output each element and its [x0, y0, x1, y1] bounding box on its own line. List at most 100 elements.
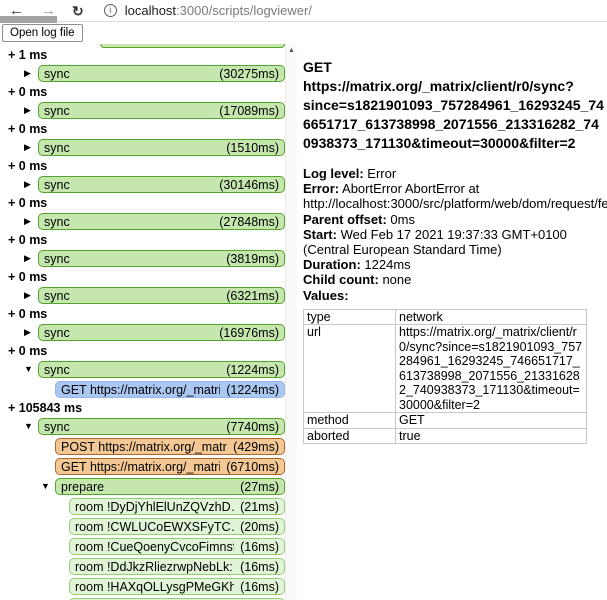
log-item[interactable]: sync(30146ms): [38, 176, 285, 193]
log-item-duration: (3819ms): [226, 252, 279, 266]
values-value: network: [396, 309, 587, 325]
log-item[interactable]: room !CWLUCoEWXSFyTC… (20ms): [69, 518, 285, 535]
log-item-label: room !CueQoenyCvcoFimnsf…: [75, 540, 234, 554]
values-key: method: [304, 413, 396, 429]
log-item[interactable]: room !CueQoenyCvcoFimnsf…(16ms): [69, 538, 285, 555]
log-item-label: room !HAXqOLLysgPMeGKh…: [75, 580, 234, 594]
log-item-label: sync: [44, 141, 70, 155]
field-value: Wed Feb 17 2021 19:37:33 GMT+0100 (Centr…: [303, 227, 567, 257]
log-item-duration: (30275ms): [219, 67, 279, 81]
log-item[interactable]: sync(1224ms): [38, 361, 285, 378]
log-item-duration: (1224ms): [226, 363, 279, 377]
expand-arrow-icon[interactable]: ▶: [21, 287, 38, 304]
log-item-duration: (20ms): [240, 520, 279, 534]
log-item[interactable]: sync(16976ms): [38, 324, 285, 341]
log-item-label: sync: [44, 104, 70, 118]
log-item-label: prepare: [61, 480, 104, 494]
log-item-selected[interactable]: GET https://matrix.org/_matri…(1224ms): [55, 381, 285, 398]
log-item[interactable]: POST https://matrix.org/_matri…(429ms): [55, 438, 285, 455]
log-item[interactable]: sync (17089ms): [38, 102, 285, 119]
log-row: ▼ prepare (27ms): [0, 478, 285, 495]
reload-icon[interactable]: ↻: [72, 0, 84, 22]
url-host: localhost: [125, 3, 176, 18]
log-item-label: sync: [44, 252, 70, 266]
values-value: GET: [396, 413, 587, 429]
log-item-label: room !CWLUCoEWXSFyTC…: [75, 520, 234, 534]
log-item-duration: (17089ms): [219, 104, 279, 118]
log-item-duration: (1510ms): [226, 141, 279, 155]
values-key: aborted: [304, 428, 396, 444]
detail-title: GET https://matrix.org/_matrix/client/r0…: [303, 58, 605, 153]
collapse-arrow-icon[interactable]: ▼: [21, 361, 38, 378]
field-value: none: [379, 272, 412, 287]
expand-arrow-icon[interactable]: ▶: [21, 176, 38, 193]
log-item[interactable]: sync (30275ms): [38, 65, 285, 82]
log-item-duration: (1224ms): [226, 383, 279, 397]
collapse-arrow-icon[interactable]: ▼: [38, 478, 55, 495]
scroll-up-icon[interactable]: ▲: [286, 47, 297, 54]
time-offset-label: + 0 ms: [8, 196, 285, 210]
url-bar[interactable]: localhost:3000/scripts/logviewer/: [125, 3, 312, 18]
detail-field: Duration: 1224ms: [303, 257, 603, 272]
log-row: ▼ sync (7740ms): [0, 418, 285, 435]
toolbar-fragment: [0, 16, 57, 23]
log-item[interactable]: room !DyDjYhlElUnZQVzhD…(21ms): [69, 498, 285, 515]
log-row: POST https://matrix.org/_matri…(429ms): [0, 438, 285, 455]
field-label: Parent offset:: [303, 212, 387, 227]
detail-field: Parent offset: 0ms: [303, 212, 603, 227]
field-value: 0ms: [387, 212, 415, 227]
log-item[interactable]: sync (1510ms): [38, 139, 285, 156]
log-row: GET https://matrix.org/_matri…(1224ms): [0, 381, 285, 398]
expand-arrow-icon[interactable]: ▶: [21, 213, 38, 230]
time-offset-label: + 0 ms: [8, 233, 285, 247]
log-row: ▼sync(1224ms): [0, 361, 285, 378]
log-item[interactable]: prepare (27ms): [55, 478, 285, 495]
values-table: typenetworkurlhttps://matrix.org/_matrix…: [303, 309, 587, 445]
log-item-duration: (7740ms): [226, 420, 279, 434]
collapse-arrow-icon[interactable]: ▼: [21, 418, 38, 435]
site-info-icon[interactable]: i: [104, 4, 117, 17]
log-row: room !DyDjYhlElUnZQVzhD…(21ms): [0, 498, 285, 515]
expand-arrow-icon[interactable]: ▶: [21, 250, 38, 267]
detail-field: Error: AbortError AbortError at http://l…: [303, 181, 603, 211]
log-item[interactable]: sync(27848ms): [38, 213, 285, 230]
log-item-duration: (27ms): [240, 480, 279, 494]
detail-field: Values:: [303, 288, 603, 303]
tree-scrollbar[interactable]: ▲: [285, 44, 297, 600]
values-row: urlhttps://matrix.org/_matrix/client/r0/…: [304, 325, 587, 413]
expand-arrow-icon[interactable]: ▶: [21, 65, 38, 82]
log-item-label: sync: [44, 420, 70, 434]
log-item-duration: (6321ms): [226, 289, 279, 303]
values-row: abortedtrue: [304, 428, 587, 444]
expand-arrow-icon[interactable]: ▶: [21, 102, 38, 119]
log-item-label: sync: [44, 289, 70, 303]
time-offset-label: + 0 ms: [8, 85, 285, 99]
expand-arrow-icon[interactable]: ▶: [21, 139, 38, 156]
log-item-duration: (16976ms): [219, 326, 279, 340]
log-item[interactable]: sync (3819ms): [38, 250, 285, 267]
log-item[interactable]: room !DdJkzRliezrwpNebLk:…(16ms): [69, 558, 285, 575]
detail-field: Start: Wed Feb 17 2021 19:37:33 GMT+0100…: [303, 227, 603, 257]
log-row: ▶ sync (3819ms): [0, 250, 285, 267]
log-item[interactable]: GET https://matrix.org/_matri… (6710ms): [55, 458, 285, 475]
values-key: type: [304, 309, 396, 325]
log-detail-panel: GET https://matrix.org/_matrix/client/r0…: [303, 44, 607, 600]
values-value: https://matrix.org/_matrix/client/r0/syn…: [396, 325, 587, 413]
log-item-duration: (429ms): [233, 440, 279, 454]
log-row: room !DdJkzRliezrwpNebLk:…(16ms): [0, 558, 285, 575]
log-row: ▶sync(30146ms): [0, 176, 285, 193]
url-path: :3000/scripts/logviewer/: [176, 3, 312, 18]
log-item-duration: (16ms): [240, 560, 279, 574]
log-item-label: sync: [44, 67, 70, 81]
log-item[interactable]: sync (7740ms): [38, 418, 285, 435]
log-row: room !HAXqOLLysgPMeGKh… (16ms): [0, 578, 285, 595]
log-item-duration: (6710ms): [226, 460, 279, 474]
log-item[interactable]: room !HAXqOLLysgPMeGKh… (16ms): [69, 578, 285, 595]
log-item-label: GET https://matrix.org/_matri…: [61, 460, 220, 474]
log-item[interactable]: sync (6321ms): [38, 287, 285, 304]
log-item-duration: (21ms): [240, 500, 279, 514]
log-item-duration: (16ms): [240, 580, 279, 594]
expand-arrow-icon[interactable]: ▶: [21, 324, 38, 341]
open-log-file-button[interactable]: Open log file: [2, 24, 83, 42]
field-label: Duration:: [303, 257, 361, 272]
